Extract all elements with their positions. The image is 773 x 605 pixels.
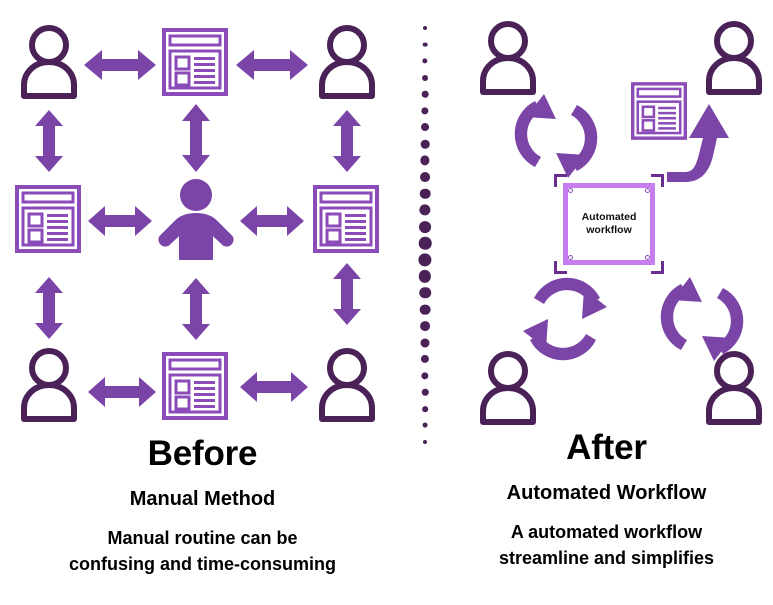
after-title: After [566,428,647,467]
user-outline-icon[interactable] [18,345,80,425]
divider-dot [419,220,431,233]
divider-dot [422,58,428,64]
before-description-line: confusing and time-consuming [68,553,336,574]
corner-bracket-bottom-left [554,261,567,274]
double-arrow-horizontal-icon [88,375,156,409]
window-doc-icon[interactable] [162,28,228,96]
user-outline-icon[interactable] [477,18,539,98]
before-description-line: Manual routine can be [107,527,298,548]
after-description-line: A automated workflow [510,521,703,542]
divider-dot [421,90,429,98]
resize-handle-bottom-right[interactable] [645,255,650,260]
after-description: A automated workflow streamline and simp… [440,519,773,571]
double-arrow-vertical-icon [33,277,65,339]
double-arrow-horizontal-icon [84,48,156,82]
divider-dot [420,139,430,149]
before-description: Manual routine can be confusing and time… [0,525,405,577]
after-description-line: streamline and simplifies [498,547,715,568]
cycle-arrows-icon [523,275,607,363]
divider-dot [422,406,428,412]
double-arrow-horizontal-icon [88,204,152,238]
divider-dot [420,338,430,348]
divider-dot [421,389,429,396]
workflow-box-label: Automated workflow [563,183,655,265]
infographic-canvas: Before Manual Method Manual routine can … [0,0,773,605]
corner-bracket-bottom-right [651,261,664,274]
divider-dot [419,304,431,315]
user-outline-icon[interactable] [316,345,378,425]
divider-dot [421,372,429,380]
after-subtitle: Automated Workflow [506,481,707,504]
divider-dot [421,107,429,115]
divider-dot [419,287,431,299]
double-arrow-vertical-icon [180,278,212,340]
divider-dot [421,123,429,132]
workflow-label-line: workflow [586,224,632,236]
user-outline-icon[interactable] [18,22,80,102]
divider-dot [422,423,428,428]
double-arrow-vertical-icon [331,110,363,172]
divider-dot [423,440,427,444]
corner-bracket-top-left [554,174,567,187]
before-title: Before [147,434,258,473]
corner-bracket-top-right [651,174,664,187]
divider-dot [420,355,430,364]
window-doc-icon[interactable] [162,352,228,420]
dotted-divider [405,0,445,470]
window-doc-icon[interactable] [15,185,81,253]
divider-dot [422,42,428,47]
double-arrow-horizontal-icon [236,48,308,82]
resize-handle-bottom-left[interactable] [568,255,573,260]
before-subtitle: Manual Method [129,487,276,510]
double-arrow-horizontal-icon [240,204,304,238]
double-arrow-vertical-icon [180,104,212,172]
resize-handle-top-left[interactable] [568,188,573,193]
double-arrow-vertical-icon [331,263,363,325]
resize-handle-top-right[interactable] [645,188,650,193]
divider-dot [419,204,431,216]
user-outline-icon[interactable] [703,18,765,98]
divider-dot [420,321,430,331]
divider-dot [419,188,431,199]
divider-dot [418,253,432,267]
divider-dot [420,155,430,166]
after-caption: After Automated Workflow A automated wor… [440,428,773,571]
user-outline-icon[interactable] [316,22,378,102]
window-doc-icon[interactable] [313,185,379,253]
cycle-arrows-icon [660,275,744,363]
workflow-label-line: Automated [581,211,637,224]
curved-arrow-up-icon [665,96,743,182]
before-caption: Before Manual Method Manual routine can … [0,434,405,577]
divider-dot [418,237,432,250]
divider-dot [420,172,430,182]
divider-dot [422,74,428,81]
divider-dot [423,26,427,30]
divider-dot [418,270,432,283]
person-solid-icon[interactable] [156,177,236,262]
double-arrow-horizontal-icon [240,370,308,404]
double-arrow-vertical-icon [33,110,65,172]
automated-workflow-box[interactable]: Automated workflow [554,174,664,274]
cycle-arrows-icon [514,92,598,180]
